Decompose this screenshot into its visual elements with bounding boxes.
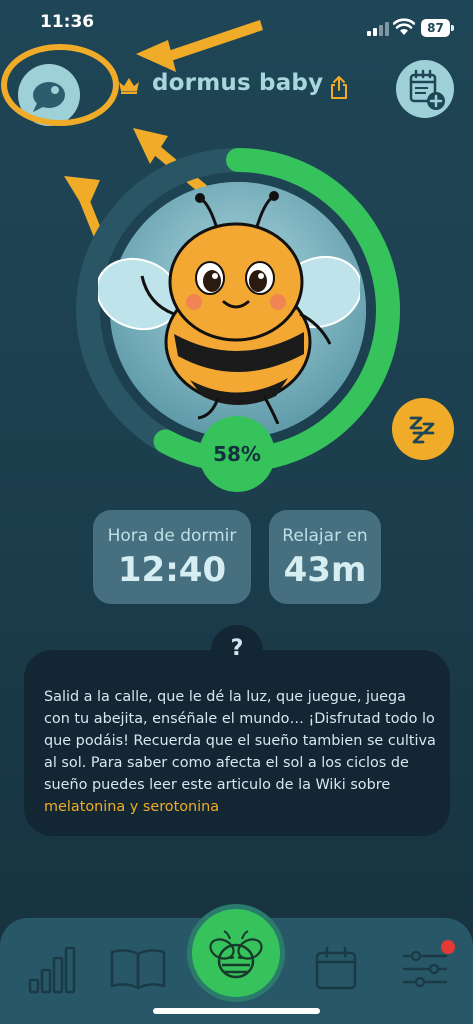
relax-label: Relajar en: [282, 526, 368, 546]
book-icon[interactable]: [108, 944, 168, 994]
bedtime-label: Hora de dormir: [107, 526, 237, 546]
sleep-button[interactable]: [392, 398, 454, 460]
bedtime-value: 12:40: [117, 550, 227, 590]
relax-value: 43m: [283, 550, 367, 590]
tip-wiki-link[interactable]: melatonina y serotonina: [44, 799, 219, 815]
sleep-progress: 58%: [60, 118, 400, 498]
home-bee-button[interactable]: [187, 904, 285, 1002]
relax-card: Relajar en 43m: [269, 510, 381, 604]
stats-icon[interactable]: [26, 944, 76, 994]
signal-icon: [367, 22, 389, 36]
zzz-icon: [409, 416, 435, 444]
tip-text: Salid a la calle, que le dé la luz, que …: [44, 686, 436, 818]
status-time: 11:36: [40, 12, 95, 32]
tip-body: Salid a la calle, que le dé la luz, que …: [44, 689, 436, 793]
home-indicator: [153, 1008, 320, 1014]
calendar-icon[interactable]: [313, 946, 359, 992]
wifi-icon: [393, 18, 415, 35]
bee-home-icon: [209, 930, 263, 979]
calendar-add-icon: [409, 69, 445, 110]
tip-question-mark: ?: [211, 625, 263, 673]
bee-illustration: [98, 191, 360, 424]
battery-indicator: 87: [421, 19, 454, 37]
notification-dot: [441, 940, 455, 954]
app-title: dormus baby: [152, 70, 324, 96]
share-icon[interactable]: [328, 74, 350, 100]
calendar-add-button[interactable]: [396, 60, 454, 118]
sleep-percent-badge: 58%: [199, 416, 275, 492]
crown-icon: [119, 78, 139, 94]
highlight-ring: [1, 44, 119, 126]
bedtime-card: Hora de dormir 12:40: [93, 510, 251, 604]
